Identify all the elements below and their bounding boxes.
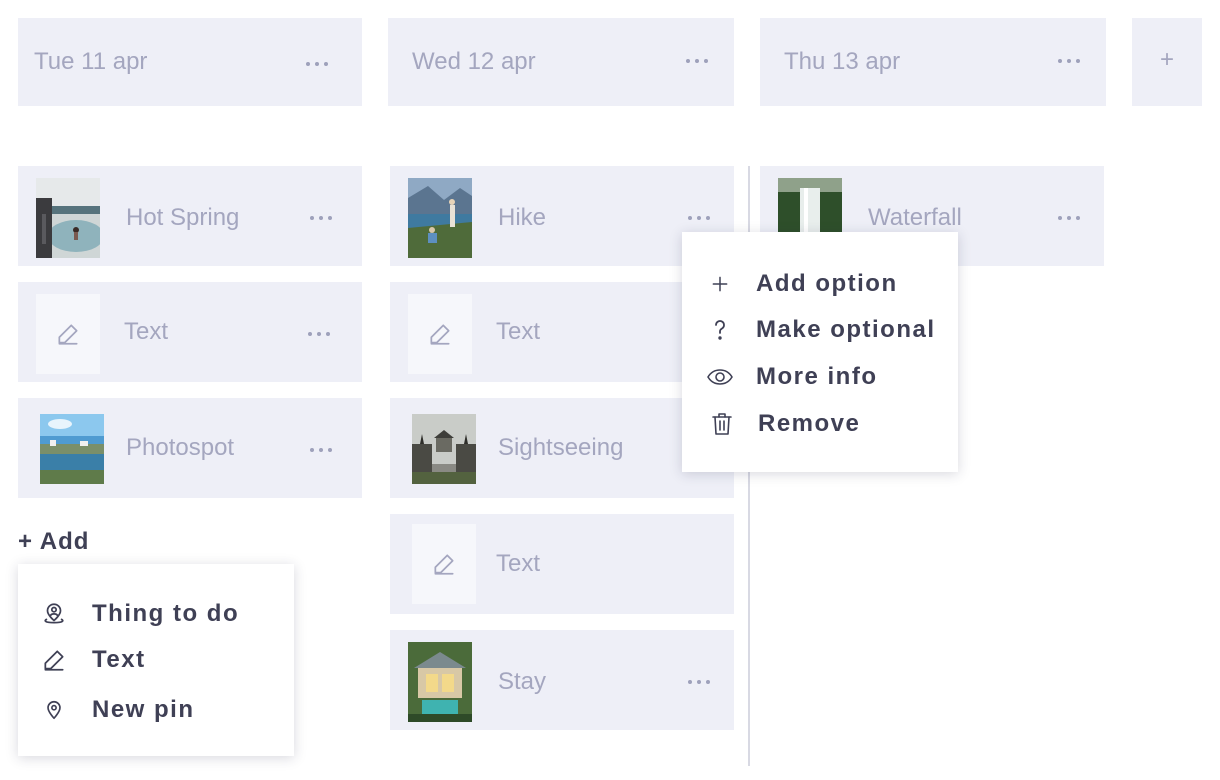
- menu-item-thing-to-do[interactable]: Thing to do: [40, 600, 239, 628]
- hike-photo: [408, 178, 472, 258]
- item-context-menu: Add option Make optional More info Remov…: [682, 232, 958, 472]
- more-icon[interactable]: [306, 328, 332, 340]
- menu-item-new-pin[interactable]: New pin: [40, 696, 195, 724]
- trash-icon: [708, 410, 736, 438]
- item-label: Waterfall: [868, 204, 962, 231]
- day-header-thu[interactable]: Thu 13 apr: [760, 18, 1106, 106]
- photospot-photo: [40, 414, 104, 484]
- day-title: Thu 13 apr: [784, 48, 901, 75]
- text-thumb: [36, 294, 100, 374]
- plus-icon: [706, 270, 734, 298]
- menu-item-label: Remove: [758, 410, 861, 437]
- more-icon[interactable]: [304, 58, 330, 70]
- add-day-button[interactable]: +: [1132, 18, 1202, 106]
- hot-spring-photo: [36, 178, 100, 258]
- list-item-hot-spring[interactable]: Hot Spring: [18, 166, 362, 266]
- menu-item-label: More info: [756, 363, 878, 390]
- item-label: Sightseeing: [498, 434, 624, 461]
- menu-item-label: New pin: [92, 696, 195, 723]
- list-item-text[interactable]: Text: [18, 282, 362, 382]
- text-thumb: [412, 524, 476, 604]
- menu-item-add-option[interactable]: Add option: [706, 270, 898, 298]
- day-header-wed[interactable]: Wed 12 apr: [388, 18, 734, 106]
- item-label: Hike: [498, 204, 547, 231]
- more-icon[interactable]: [1056, 55, 1082, 67]
- item-label: Text: [496, 318, 541, 345]
- question-icon: [706, 316, 734, 344]
- pencil-icon: [40, 646, 68, 674]
- menu-item-remove[interactable]: Remove: [708, 410, 860, 438]
- more-icon[interactable]: [686, 212, 712, 224]
- day-header-tue[interactable]: Tue 11 apr: [18, 18, 362, 106]
- more-icon[interactable]: [308, 444, 334, 456]
- menu-item-make-optional[interactable]: Make optional: [706, 316, 936, 344]
- stay-photo: [408, 642, 472, 722]
- item-label: Text: [496, 550, 541, 577]
- more-icon[interactable]: [686, 676, 712, 688]
- add-item-button[interactable]: + Add: [18, 528, 89, 556]
- list-item-text[interactable]: Text: [390, 514, 734, 614]
- eye-icon: [706, 363, 734, 391]
- more-icon[interactable]: [684, 55, 710, 67]
- item-label: Stay: [498, 668, 547, 695]
- more-icon[interactable]: [308, 212, 334, 224]
- plus-icon: +: [1160, 46, 1175, 73]
- map-user-icon: [40, 600, 68, 628]
- pin-icon: [40, 696, 68, 724]
- sightseeing-photo: [412, 414, 476, 484]
- menu-item-label: Make optional: [756, 316, 936, 343]
- menu-item-more-info[interactable]: More info: [706, 363, 878, 391]
- menu-item-text[interactable]: Text: [40, 646, 146, 674]
- text-thumb: [408, 294, 472, 374]
- add-menu: Thing to do Text New pin: [18, 564, 294, 756]
- menu-item-label: Add option: [756, 270, 898, 297]
- menu-item-label: Text: [92, 646, 146, 673]
- list-item-stay[interactable]: Stay: [390, 630, 734, 730]
- pencil-icon: [58, 324, 78, 345]
- more-icon[interactable]: [1056, 212, 1082, 224]
- item-label: Photospot: [126, 434, 235, 461]
- list-item-photospot[interactable]: Photospot: [18, 398, 362, 498]
- item-label: Text: [124, 318, 169, 345]
- pencil-icon: [434, 554, 454, 575]
- day-title: Tue 11 apr: [34, 48, 148, 75]
- day-title: Wed 12 apr: [412, 48, 536, 75]
- pencil-icon: [430, 324, 450, 345]
- menu-item-label: Thing to do: [92, 600, 240, 627]
- item-label: Hot Spring: [126, 204, 240, 231]
